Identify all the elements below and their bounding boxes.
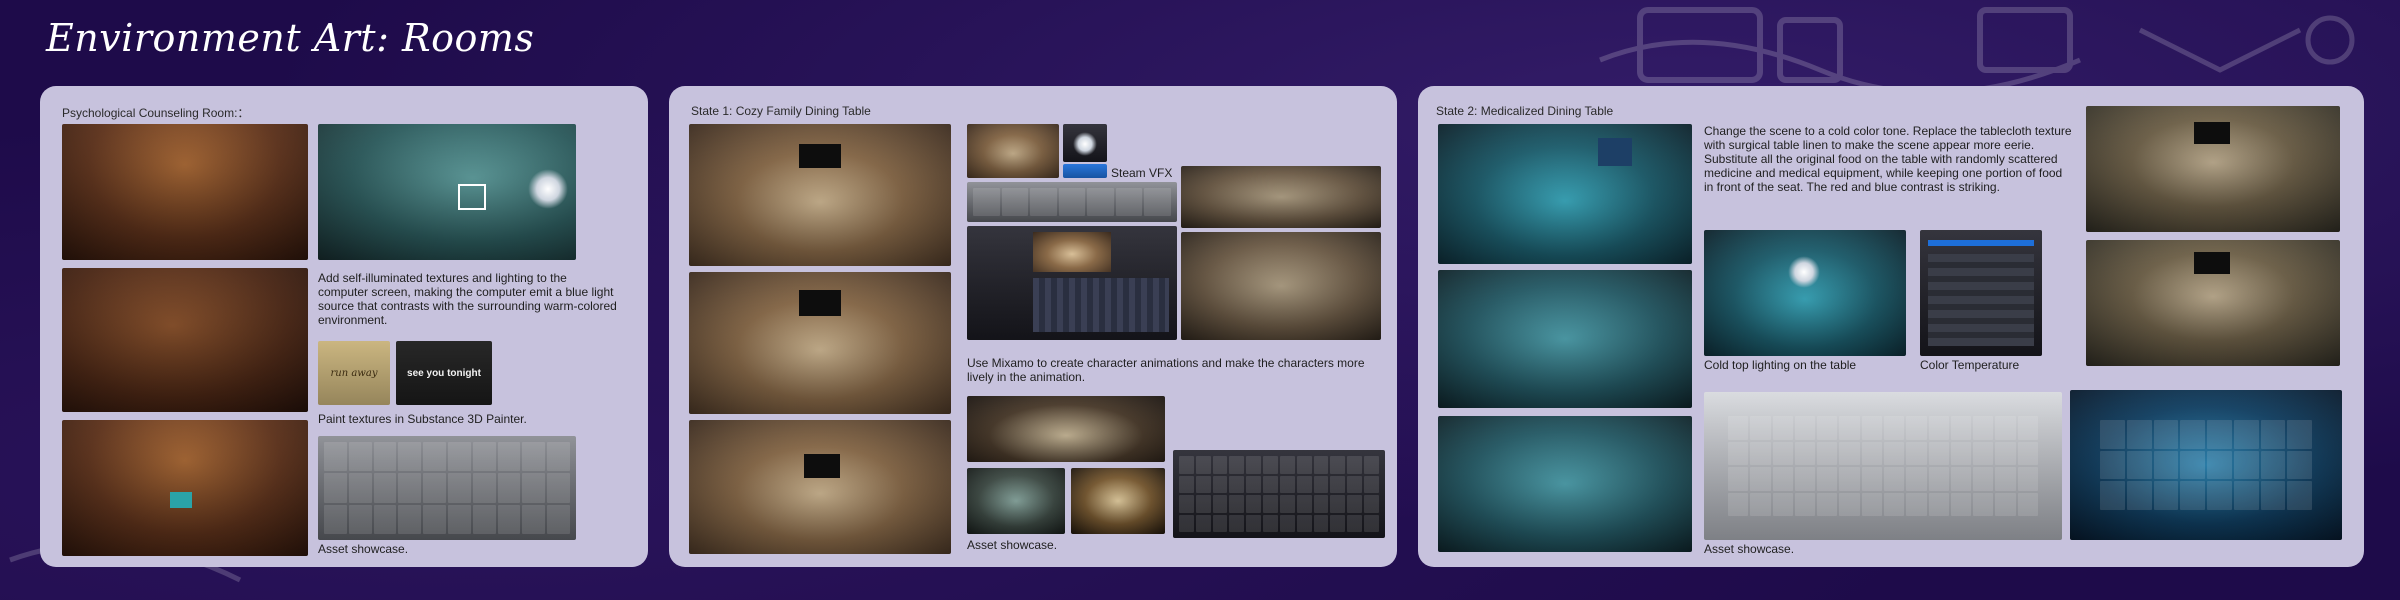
tv-screen-icon	[799, 144, 841, 168]
tv-screen-icon	[2194, 252, 2230, 274]
computer-screen-lighting-image	[318, 124, 576, 260]
asset-showcase-caption: Asset showcase.	[1704, 542, 1795, 556]
computer-screen-icon	[170, 492, 192, 508]
note-texture-see-you-tonight: see you tonight	[396, 341, 492, 405]
note-see-you-tonight-text: see you tonight	[407, 367, 481, 379]
dining-room-image-2	[689, 272, 951, 414]
panel-counseling-room: Psychological Counseling Room:： Add self…	[40, 86, 648, 567]
xray-screen-icon	[1598, 138, 1632, 166]
mixamo-caption: Use Mixamo to create character animation…	[967, 356, 1365, 384]
color-temperature-caption: Color Temperature	[1920, 358, 2020, 372]
paint-textures-caption: Paint textures in Substance 3D Painter.	[318, 412, 527, 426]
cold-top-lighting-caption: Cold top lighting on the table	[1704, 358, 1857, 372]
dining-table-top-view-1	[1181, 166, 1381, 228]
medicalized-room-image-2	[1438, 270, 1692, 408]
panel-property-rows	[1928, 254, 2034, 346]
character-figures	[973, 188, 1171, 216]
note-texture-run-away: run away	[318, 341, 390, 405]
lighting-caption: Add self-illuminated textures and lighti…	[318, 271, 617, 327]
tv-screen-icon	[799, 290, 841, 316]
top-light-icon	[1788, 256, 1820, 288]
medicalized-room-image-1	[1438, 124, 1692, 264]
panel-header-bar	[1928, 240, 2034, 246]
character-rig-lineup-image	[967, 182, 1177, 222]
medical-equipment-render-image	[2070, 390, 2342, 540]
dining-table-top-view-2	[1181, 232, 1381, 340]
medical-asset-grid	[1728, 416, 2038, 516]
panel-title: State 2: Medicalized Dining Table	[1436, 104, 1614, 118]
panel-title: State 1: Cozy Family Dining Table	[691, 104, 871, 118]
medicalized-room-warm-image-2	[2086, 240, 2340, 366]
medical-asset-showcase-image	[1704, 392, 2062, 540]
counseling-room-desk-image	[62, 420, 308, 556]
food-bowl-image	[967, 468, 1065, 534]
asset-showcase-caption: Asset showcase.	[318, 542, 409, 556]
food-assets-image	[967, 396, 1165, 462]
animation-timeline	[1033, 278, 1169, 332]
cold-top-lighting-image	[1704, 230, 1906, 356]
counseling-room-image	[62, 124, 308, 260]
medicalized-description: Change the scene to a cold color tone. R…	[1704, 124, 2072, 194]
page-title: Environment Art: Rooms	[46, 16, 535, 60]
panel-cozy-dining: State 1: Cozy Family Dining Table Steam …	[669, 86, 1397, 567]
note-run-away-text: run away	[330, 367, 378, 379]
dining-room-image-1	[689, 124, 951, 266]
dining-room-image-3	[689, 420, 951, 554]
steam-vfx-caption: Steam VFX	[1111, 166, 1173, 180]
asset-grid	[1179, 456, 1379, 532]
steam-vfx-bar	[1063, 164, 1107, 178]
asset-showcase-caption: Asset showcase.	[967, 538, 1058, 552]
asset-grid	[324, 442, 570, 534]
tv-screen-icon	[2194, 122, 2230, 144]
panel-medicalized-dining: State 2: Medicalized Dining Table Change…	[1418, 86, 2364, 567]
food-lit-image	[1071, 468, 1165, 534]
light-glow-icon	[528, 169, 568, 209]
steam-glow-icon	[1073, 132, 1097, 156]
medicalized-room-image-3	[1438, 416, 1692, 552]
editor-viewport	[1033, 232, 1111, 272]
steam-vfx-preview	[1063, 124, 1107, 162]
mixamo-animation-editor-image	[967, 226, 1177, 340]
asset-showcase-image	[318, 436, 576, 540]
counseling-room-angle-image	[62, 268, 308, 412]
medical-equipment-grid	[2100, 420, 2312, 510]
medicalized-room-warm-image-1	[2086, 106, 2340, 232]
color-temperature-panel-image	[1920, 230, 2042, 356]
panel-title: Psychological Counseling Room:：	[62, 106, 250, 120]
screen-frame-icon	[458, 184, 486, 210]
food-closeup-image	[967, 124, 1059, 178]
asset-library-grid-image	[1173, 450, 1385, 538]
tv-screen-icon	[804, 454, 840, 478]
